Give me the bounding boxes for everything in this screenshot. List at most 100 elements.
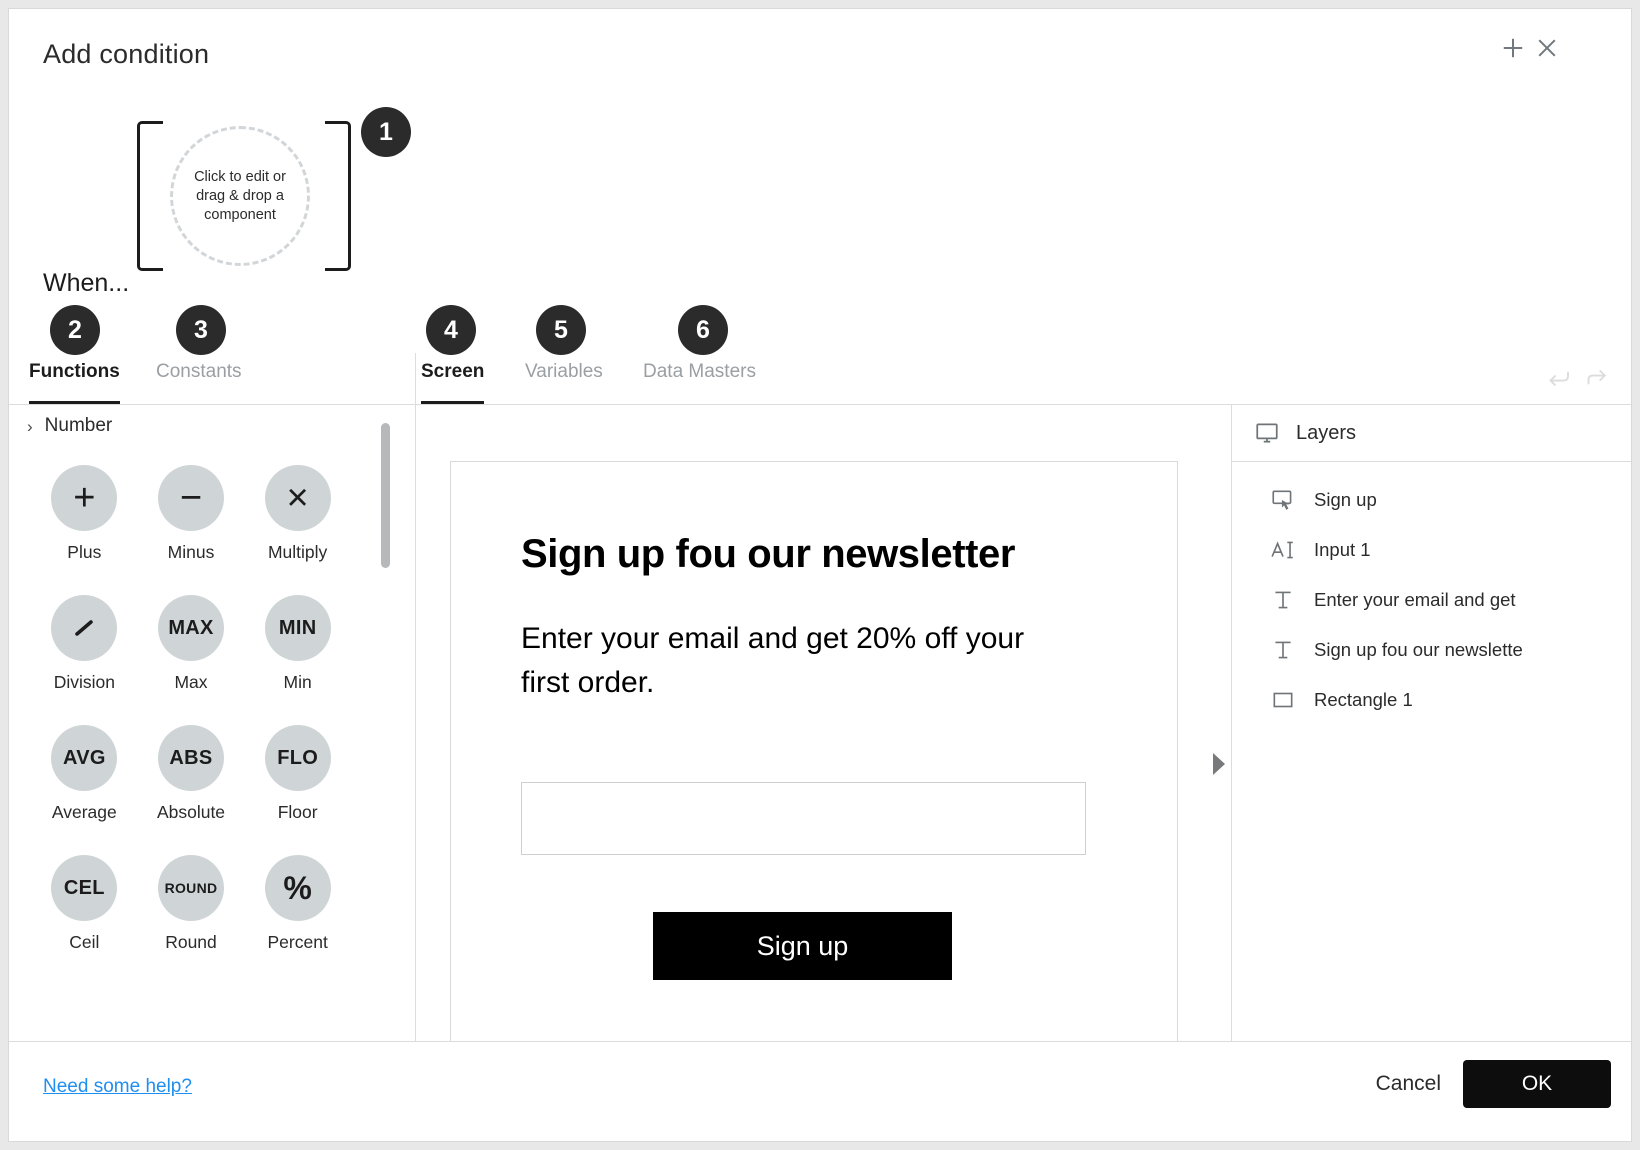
function-label: Minus xyxy=(167,542,215,562)
undo-icon[interactable] xyxy=(1543,363,1573,393)
layer-item[interactable]: Rectangle 1 xyxy=(1232,675,1631,725)
function-item-round[interactable]: ROUND Round xyxy=(138,855,245,953)
drop-slot-label: Click to edit or drag & drop a component xyxy=(194,168,286,223)
function-item-absolute[interactable]: ABS Absolute xyxy=(138,725,245,823)
layer-item[interactable]: Enter your email and get xyxy=(1232,575,1631,625)
close-icon[interactable] xyxy=(1530,31,1564,65)
function-item-division[interactable]: Division xyxy=(31,595,138,693)
layer-item-label: Sign up xyxy=(1314,489,1377,510)
layer-item[interactable]: Input 1 xyxy=(1232,525,1631,575)
function-icon-multiply: × xyxy=(264,465,331,531)
function-icon-min: MIN xyxy=(264,595,331,661)
bracket-right-icon xyxy=(325,121,351,271)
dialog-footer: Need some help? Cancel OK xyxy=(9,1041,1631,1141)
function-label: Floor xyxy=(277,802,318,822)
cancel-button[interactable]: Cancel xyxy=(1376,1072,1441,1096)
function-icon-max: MAX xyxy=(157,595,224,661)
annotation-badge-1: 1 xyxy=(361,107,411,157)
function-item-multiply[interactable]: × Multiply xyxy=(244,465,351,563)
preview-email-input[interactable] xyxy=(521,782,1086,855)
tab-variables[interactable]: Variables xyxy=(525,352,603,404)
add-condition-dialog: Add condition When... Click to edit or d… xyxy=(8,8,1632,1142)
layer-item[interactable]: Sign up xyxy=(1232,475,1631,525)
function-label: Absolute xyxy=(156,802,226,822)
preview-paragraph: Enter your email and get 20% off your fi… xyxy=(521,622,1025,699)
annotation-badge-6: 6 xyxy=(678,305,728,355)
layer-item-label: Enter your email and get xyxy=(1314,589,1516,610)
function-item-percent[interactable]: % Percent xyxy=(244,855,351,953)
function-label: Max xyxy=(174,672,208,692)
preview-heading: Sign up fou our newsletter xyxy=(521,532,1016,576)
text-icon xyxy=(1270,587,1296,613)
layer-item-label: Sign up fou our newslette xyxy=(1314,639,1523,660)
function-label: Percent xyxy=(267,932,328,952)
when-label: When... xyxy=(43,269,130,297)
screen-preview-frame[interactable]: Sign up fou our newsletter Enter your em… xyxy=(450,461,1178,1043)
rectangle-icon xyxy=(1270,687,1296,713)
tab-functions[interactable]: Functions xyxy=(29,352,120,404)
tab-row: Functions Constants Screen Variables Data M… xyxy=(9,353,1631,405)
layers-panel-toggle-handle[interactable] xyxy=(1213,753,1225,775)
layers-title: Layers xyxy=(1296,421,1357,444)
screen-canvas: Sign up fou our newsletter Enter your em… xyxy=(416,405,1231,1043)
screen-icon xyxy=(1254,420,1280,446)
layer-item-label: Input 1 xyxy=(1314,539,1371,560)
preview-signup-button[interactable]: Sign up xyxy=(653,912,952,980)
function-item-max[interactable]: MAX Max xyxy=(138,595,245,693)
annotation-badge-2: 2 xyxy=(50,305,100,355)
layers-panel: Layers Sign up Input 1 Enter your email an… xyxy=(1231,405,1631,1043)
function-group-label: Number xyxy=(44,415,113,436)
chevron-right-icon: › xyxy=(27,416,33,436)
annotation-badge-4: 4 xyxy=(426,305,476,355)
layers-header: Layers xyxy=(1232,405,1631,462)
function-group-number[interactable]: › Number xyxy=(27,415,112,437)
left-tab-bar: Functions Constants xyxy=(9,353,415,405)
function-icon-floor: FLO xyxy=(264,725,331,791)
text-icon xyxy=(1270,637,1296,663)
dialog-header: Add condition xyxy=(9,9,1631,101)
right-tab-bar: Screen Variables Data Masters xyxy=(415,353,1631,405)
condition-slot-wrapper: Click to edit or drag & drop a component xyxy=(137,121,351,271)
function-item-minus[interactable]: − Minus xyxy=(138,465,245,563)
function-icon-ceil: CEL xyxy=(51,855,118,921)
function-icon-average: AVG xyxy=(51,725,118,791)
function-icon-round: ROUND xyxy=(157,855,224,921)
function-item-floor[interactable]: FLO Floor xyxy=(244,725,351,823)
component-drop-slot[interactable]: Click to edit or drag & drop a component xyxy=(170,126,310,266)
help-link[interactable]: Need some help? xyxy=(43,1076,192,1098)
function-item-average[interactable]: AVG Average xyxy=(31,725,138,823)
add-icon[interactable] xyxy=(1496,31,1530,65)
function-label: Multiply xyxy=(267,542,328,562)
function-icon-minus: − xyxy=(157,465,224,531)
function-icon-absolute: ABS xyxy=(157,725,224,791)
function-label: Min xyxy=(283,672,312,692)
bracket-left-icon xyxy=(137,121,163,271)
annotation-badge-3: 3 xyxy=(176,305,226,355)
function-label: Plus xyxy=(67,542,102,562)
function-label: Round xyxy=(165,932,217,952)
redo-icon[interactable] xyxy=(1581,363,1611,393)
function-label: Division xyxy=(53,672,115,692)
function-item-plus[interactable]: + Plus xyxy=(31,465,138,563)
page-title: Add condition xyxy=(43,39,210,69)
function-grid: + Plus − Minus × Multiply Division MAX Max MIN Min… xyxy=(31,465,351,953)
function-label: Average xyxy=(51,802,117,822)
layer-item[interactable]: Sign up fou our newslette xyxy=(1232,625,1631,675)
functions-scrollbar[interactable] xyxy=(381,423,390,568)
button-icon xyxy=(1270,487,1296,513)
tab-data-masters[interactable]: Data Masters xyxy=(643,352,756,404)
tab-constants[interactable]: Constants xyxy=(156,352,242,404)
layer-item-label: Rectangle 1 xyxy=(1314,689,1413,710)
functions-panel: › Number + Plus − Minus × Multiply Division MAX… xyxy=(9,405,415,1043)
function-icon-plus: + xyxy=(51,465,118,531)
function-item-ceil[interactable]: CEL Ceil xyxy=(31,855,138,953)
function-item-min[interactable]: MIN Min xyxy=(244,595,351,693)
input-icon xyxy=(1270,537,1296,563)
ok-button[interactable]: OK xyxy=(1463,1060,1611,1108)
tab-screen[interactable]: Screen xyxy=(421,352,485,404)
annotation-badge-5: 5 xyxy=(536,305,586,355)
function-icon-division xyxy=(51,595,118,661)
function-label: Ceil xyxy=(69,932,100,952)
condition-builder: When... Click to edit or drag & drop a c… xyxy=(9,101,1631,315)
function-icon-percent: % xyxy=(264,855,331,921)
